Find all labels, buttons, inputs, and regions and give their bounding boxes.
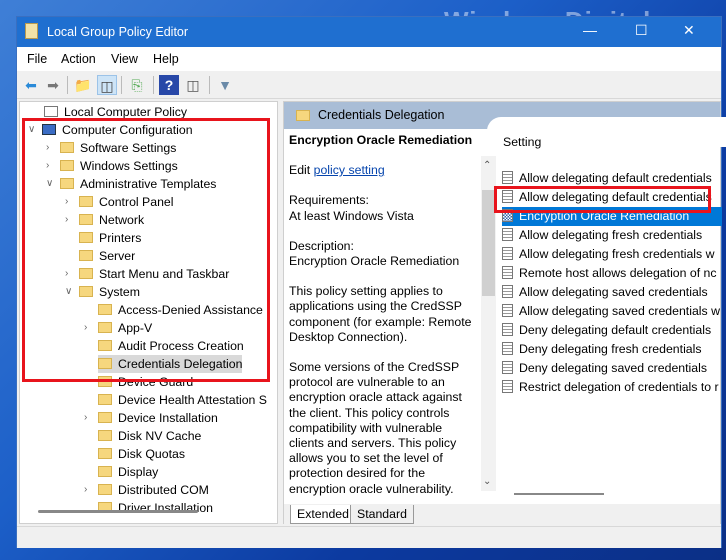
gpedit-window: Local Group Policy Editor — ☐ ✕ File Act… bbox=[16, 16, 726, 548]
toolbar: ⬅ ➡ 📁 ◫ ⎘ ? ◫ ▼ bbox=[17, 71, 721, 99]
list-hscroll[interactable] bbox=[514, 493, 604, 495]
menu-help[interactable]: Help bbox=[153, 52, 179, 66]
requirements-label: Requirements: bbox=[289, 193, 369, 208]
menu-action[interactable]: Action bbox=[61, 52, 96, 66]
edit-prefix: Edit bbox=[289, 163, 314, 178]
policy-setting-icon bbox=[502, 380, 513, 393]
description-para-1: This policy setting applies to applicati… bbox=[289, 284, 472, 344]
setting-row[interactable]: Deny delegating saved credentials bbox=[502, 359, 707, 378]
app-scroll-icon bbox=[25, 23, 38, 39]
setting-row[interactable]: Allow delegating saved credentials bbox=[502, 283, 708, 302]
requirements-value: At least Windows Vista bbox=[289, 208, 414, 223]
help-icon[interactable]: ? bbox=[159, 75, 179, 95]
tree-item[interactable]: Disk NV Cache bbox=[98, 427, 201, 445]
pane-header-title: Credentials Delegation bbox=[318, 108, 445, 122]
folder-icon bbox=[98, 466, 112, 477]
setting-label: Allow delegating saved credentials w bbox=[519, 304, 720, 318]
description-label: Description: bbox=[289, 238, 354, 253]
policy-setting-icon bbox=[502, 171, 513, 184]
policy-setting-icon bbox=[502, 266, 513, 279]
folder-icon bbox=[98, 430, 112, 441]
chevron-up-icon[interactable]: ⌃ bbox=[483, 160, 491, 171]
folder-icon bbox=[98, 394, 112, 405]
setting-label: Allow delegating saved credentials bbox=[519, 285, 708, 299]
tree-item[interactable]: Disk Quotas bbox=[98, 445, 185, 463]
details-pane: Credentials Delegation Encryption Oracle… bbox=[283, 101, 726, 525]
folder-icon bbox=[296, 110, 310, 121]
tab-extended[interactable]: Extended bbox=[290, 505, 356, 524]
chevron-right-icon[interactable]: › bbox=[84, 484, 87, 495]
tree-item[interactable]: Display bbox=[98, 463, 158, 481]
show-action-pane-icon[interactable]: ◫ bbox=[183, 75, 203, 95]
tree-item[interactable]: Driver Installation bbox=[98, 499, 213, 517]
menu-view[interactable]: View bbox=[111, 52, 138, 66]
tree-pane: Local Computer Policy ∨ Computer Configura… bbox=[19, 101, 278, 524]
tree-item-label: Distributed COM bbox=[118, 483, 209, 497]
policy-setting-icon bbox=[502, 323, 513, 336]
extended-description: Encryption Oracle Remediation Edit polic… bbox=[289, 133, 479, 512]
export-list-icon[interactable]: ⎘ bbox=[127, 75, 147, 95]
settings-list: Setting Allow delegating default credent… bbox=[498, 129, 722, 499]
show-hide-tree-icon[interactable]: ◫ bbox=[97, 75, 117, 95]
description-para-2: Some versions of the CredSSP protocol ar… bbox=[289, 360, 462, 496]
view-tabs: Extended Standard bbox=[284, 504, 720, 525]
tree-item-label: Disk NV Cache bbox=[118, 429, 202, 443]
chevron-down-icon[interactable]: ⌄ bbox=[483, 476, 491, 487]
title-bar: Local Group Policy Editor — ☐ ✕ bbox=[17, 17, 721, 47]
menu-file[interactable]: File bbox=[27, 52, 47, 66]
setting-row[interactable]: Deny delegating default credentials bbox=[502, 321, 711, 340]
tree-item[interactable]: Device Installation bbox=[98, 409, 218, 427]
folder-icon bbox=[98, 448, 112, 459]
tree-item-label: Disk Quotas bbox=[118, 447, 185, 461]
setting-row[interactable]: Allow delegating saved credentials w bbox=[502, 302, 720, 321]
folder-icon bbox=[98, 412, 112, 423]
tree-item[interactable]: Distributed COM bbox=[98, 481, 209, 499]
highlight-box-setting bbox=[494, 186, 711, 213]
column-header-setting[interactable]: Setting bbox=[503, 135, 541, 149]
back-icon[interactable]: ⬅ bbox=[21, 75, 41, 95]
setting-label: Deny delegating saved credentials bbox=[519, 361, 707, 375]
tree-item[interactable]: Device Health Attestation S bbox=[98, 391, 267, 409]
setting-label: Restrict delegation of credentials to r bbox=[519, 380, 719, 394]
tree-item-label: Display bbox=[118, 465, 159, 479]
chevron-right-icon[interactable]: › bbox=[84, 412, 87, 423]
tree-item-label: Device Installation bbox=[118, 411, 218, 425]
policy-setting-icon bbox=[502, 228, 513, 241]
policy-setting-icon bbox=[502, 247, 513, 260]
policy-setting-link[interactable]: policy setting bbox=[314, 163, 385, 177]
setting-row[interactable]: Allow delegating fresh credentials w bbox=[502, 245, 715, 264]
window-title: Local Group Policy Editor bbox=[47, 25, 189, 39]
tab-standard[interactable]: Standard bbox=[350, 505, 414, 524]
filter-icon[interactable]: ▼ bbox=[215, 75, 235, 95]
policy-setting-icon bbox=[502, 285, 513, 298]
policy-setting-icon bbox=[502, 361, 513, 374]
setting-label: Deny delegating fresh credentials bbox=[519, 342, 702, 356]
description-value: Encryption Oracle Remediation bbox=[289, 254, 460, 269]
menu-bar: File Action View Help bbox=[17, 47, 721, 71]
setting-row[interactable]: Restrict delegation of credentials to r bbox=[502, 378, 719, 397]
horizontal-scrollbar[interactable] bbox=[38, 510, 198, 513]
highlight-box bbox=[22, 118, 270, 382]
setting-label: Remote host allows delegation of nc bbox=[519, 266, 717, 280]
policy-setting-icon bbox=[502, 304, 513, 317]
setting-row[interactable]: Allow delegating fresh credentials bbox=[502, 226, 702, 245]
close-button[interactable]: ✕ bbox=[683, 22, 695, 39]
status-bar bbox=[17, 526, 721, 548]
desc-title: Encryption Oracle Remediation bbox=[289, 133, 473, 147]
maximize-button[interactable]: ☐ bbox=[635, 22, 648, 39]
forward-icon[interactable]: ➡ bbox=[43, 75, 63, 95]
tree-item-label: Device Health Attestation S bbox=[118, 393, 268, 407]
setting-row[interactable]: Remote host allows delegation of nc bbox=[502, 264, 717, 283]
policy-icon bbox=[44, 106, 58, 117]
up-folder-icon[interactable]: 📁 bbox=[73, 75, 93, 95]
tree-item-label: Local Computer Policy bbox=[64, 105, 188, 119]
minimize-button[interactable]: — bbox=[583, 22, 597, 38]
setting-label: Deny delegating default credentials bbox=[519, 323, 712, 337]
setting-label: Allow delegating fresh credentials w bbox=[519, 247, 715, 261]
policy-setting-icon bbox=[502, 342, 513, 355]
setting-label: Allow delegating default credentials bbox=[519, 171, 712, 185]
folder-icon bbox=[98, 484, 112, 495]
setting-row[interactable]: Deny delegating fresh credentials bbox=[502, 340, 702, 359]
setting-label: Allow delegating fresh credentials bbox=[519, 228, 703, 242]
